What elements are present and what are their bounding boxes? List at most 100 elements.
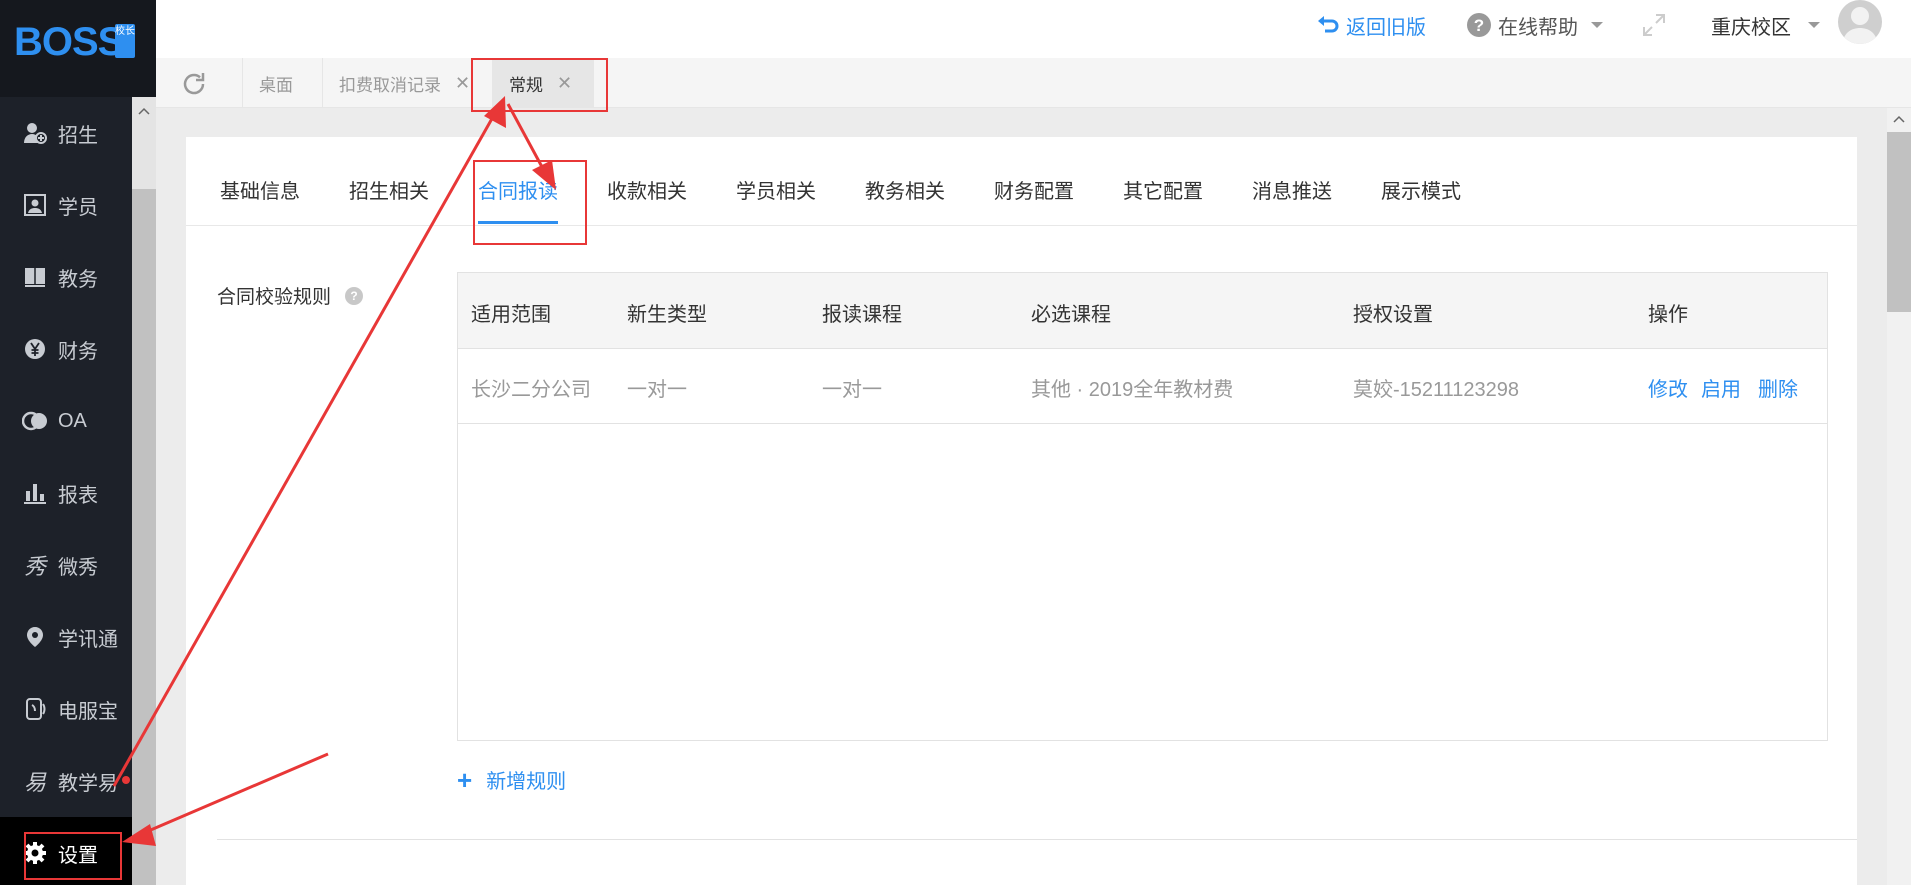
yen-icon (22, 336, 48, 362)
avatar[interactable] (1838, 0, 1882, 44)
sidebar-item-report[interactable]: 报表 (0, 457, 132, 529)
column-required-course: 必选课程 (1031, 304, 1111, 326)
content-scrollbar[interactable] (1887, 108, 1911, 885)
user-avatar-icon (1842, 7, 1878, 44)
table-row: 长沙二分公司 一对一 一对一 其他 · 2019全年教材费 莫姣-1521112… (458, 349, 1827, 424)
teach-icon: 易 (23, 770, 46, 795)
sidebar-item-jiaoxueyi[interactable]: 易 教学易 (0, 745, 132, 817)
sidebar-scroll-thumb[interactable] (132, 189, 156, 885)
fullscreen-button[interactable] (1641, 10, 1667, 40)
sidebar-item-label: 教务 (58, 268, 98, 291)
user-add-icon (22, 120, 48, 146)
sidebar-item-xuexuntong[interactable]: 学讯通 (0, 601, 132, 673)
phone-icon (22, 696, 48, 722)
settings-panel: 基础信息 招生相关 合同报读 收款相关 学员相关 教务相关 财务配置 其它配置 … (186, 137, 1857, 885)
column-actions: 操作 (1648, 304, 1688, 326)
tab-display-mode[interactable]: 展示模式 (1381, 175, 1461, 204)
oa-icon (22, 408, 48, 434)
sidebar-item-oa[interactable]: OA (0, 385, 132, 457)
sidebar-item-label: 学讯通 (58, 628, 118, 651)
page-tab-bar: 桌面 扣费取消记录 ✕ 常规 ✕ (156, 58, 1911, 108)
sidebar-item-label: 招生 (58, 124, 98, 147)
settings-tabs: 基础信息 招生相关 合同报读 收款相关 学员相关 教务相关 财务配置 其它配置 … (186, 137, 1857, 226)
column-auth: 授权设置 (1353, 304, 1433, 326)
id-card-icon (22, 192, 48, 218)
sidebar: BOSS 校长 招生 学员 教务 财务 OA 报表 秀 微秀 学讯通 电服宝 易… (0, 0, 156, 885)
back-old-label: 返回旧版 (1346, 16, 1426, 39)
content-scroll-thumb[interactable] (1887, 132, 1911, 312)
question-icon[interactable]: ? (345, 286, 364, 305)
sidebar-item-label: 教学易 (58, 772, 118, 795)
enable-link[interactable]: 启用 (1701, 373, 1741, 402)
sidebar-item-finance[interactable]: 财务 (0, 313, 132, 385)
logo[interactable]: BOSS 校长 (0, 0, 156, 97)
tab-desktop[interactable]: 桌面 (242, 58, 322, 108)
tab-message-push[interactable]: 消息推送 (1252, 175, 1332, 204)
contract-rule-title: 合同校验规则 (217, 287, 332, 308)
online-help-label: 在线帮助 (1498, 16, 1578, 39)
sidebar-scrollbar[interactable] (132, 97, 156, 885)
online-help-dropdown[interactable]: ? 在线帮助 (1466, 10, 1604, 40)
campus-label: 重庆校区 (1711, 16, 1791, 39)
sidebar-item-weixiu[interactable]: 秀 微秀 (0, 529, 132, 601)
location-icon (22, 624, 48, 650)
sidebar-item-student[interactable]: 学员 (0, 169, 132, 241)
divider (217, 839, 1857, 840)
logo-text: BOSS (14, 20, 124, 64)
sidebar-item-label: 报表 (58, 484, 98, 507)
plus-icon: + (457, 764, 473, 795)
highlight-box-general-tab (471, 58, 608, 112)
tab-label: 桌面 (259, 75, 293, 95)
contract-rule-label: 合同校验规则 ? (217, 282, 364, 309)
edit-link[interactable]: 修改 (1648, 373, 1688, 402)
tab-academic-related[interactable]: 教务相关 (865, 175, 945, 204)
top-header: 返回旧版 ? 在线帮助 重庆校区 (156, 0, 1911, 58)
tab-finance-config[interactable]: 财务配置 (994, 175, 1074, 204)
delete-link[interactable]: 删除 (1758, 373, 1798, 402)
tab-student-related[interactable]: 学员相关 (736, 175, 816, 204)
scroll-up-icon[interactable] (1893, 114, 1905, 124)
tab-recruit-related[interactable]: 招生相关 (349, 175, 429, 204)
scroll-up-icon[interactable] (138, 105, 150, 117)
chevron-down-icon (1808, 22, 1820, 28)
sidebar-nav: 招生 学员 教务 财务 OA 报表 秀 微秀 学讯通 电服宝 易 教学易 设置 (0, 97, 132, 885)
undo-icon (1318, 16, 1339, 33)
sidebar-item-recruit[interactable]: 招生 (0, 97, 132, 169)
column-course: 报读课程 (822, 304, 902, 326)
cell-student-type: 一对一 (627, 379, 687, 401)
add-rule-button[interactable]: + 新增规则 (457, 765, 566, 794)
contract-rule-table: 适用范围 新生类型 报读课程 必选课程 授权设置 操作 长沙二分公司 一对一 一… (457, 272, 1828, 741)
sidebar-item-label: 微秀 (58, 556, 98, 579)
xiu-icon: 秀 (23, 554, 46, 579)
tab-label: 扣费取消记录 (339, 75, 441, 95)
bar-chart-icon (22, 480, 48, 506)
cell-required-course: 其他 · 2019全年教材费 (1031, 379, 1234, 401)
logo-badge: 校长 (115, 24, 135, 58)
cell-course: 一对一 (822, 379, 882, 401)
column-student-type: 新生类型 (627, 304, 707, 326)
tab-other-config[interactable]: 其它配置 (1123, 175, 1203, 204)
highlight-box-contract-tab (473, 160, 587, 245)
sidebar-item-label: OA (58, 409, 87, 432)
sidebar-item-label: 学员 (58, 196, 98, 219)
table-header: 适用范围 新生类型 报读课程 必选课程 授权设置 操作 (458, 273, 1827, 349)
close-icon[interactable]: ✕ (455, 73, 470, 94)
add-rule-label: 新增规则 (486, 771, 567, 793)
sidebar-item-label: 财务 (58, 340, 98, 363)
back-old-version-link[interactable]: 返回旧版 (1316, 10, 1426, 40)
sidebar-item-label: 电服宝 (58, 700, 118, 723)
column-scope: 适用范围 (471, 304, 551, 326)
sidebar-item-academic[interactable]: 教务 (0, 241, 132, 313)
tab-payment-related[interactable]: 收款相关 (607, 175, 687, 204)
svg-text:?: ? (1474, 16, 1484, 35)
highlight-box-settings (24, 832, 122, 880)
sidebar-item-dianfubao[interactable]: 电服宝 (0, 673, 132, 745)
campus-dropdown[interactable]: 重庆校区 (1711, 10, 1821, 40)
cell-scope: 长沙二分公司 (471, 379, 591, 401)
tab-basic-info[interactable]: 基础信息 (220, 175, 300, 204)
refresh-icon[interactable] (180, 70, 208, 98)
help-icon: ? (1467, 13, 1491, 37)
chevron-down-icon (1591, 22, 1603, 28)
book-icon (22, 264, 48, 290)
expand-icon (1643, 14, 1665, 36)
